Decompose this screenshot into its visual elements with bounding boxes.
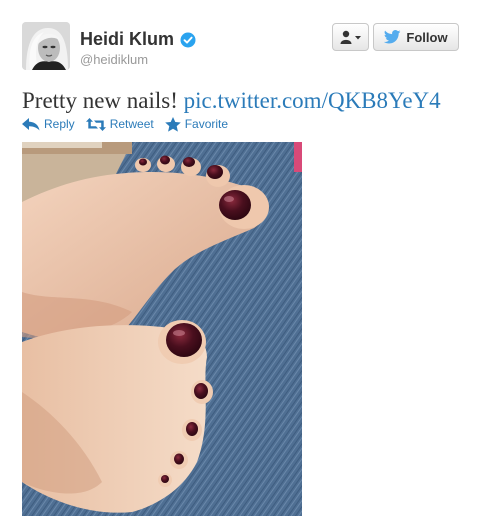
screen-name[interactable]: @heidiklum [80,52,148,68]
retweet-label: Retweet [109,117,154,131]
tweet-media-link[interactable]: pic.twitter.com/QKB8YeY4 [184,88,441,113]
reply-action[interactable]: Reply [22,117,75,131]
tweet-photo[interactable] [22,142,302,516]
user-actions-dropdown-button[interactable] [332,23,369,51]
tweet-text: Pretty new nails! pic.twitter.com/QKB8Ye… [22,86,441,116]
favorite-label: Favorite [184,117,229,131]
person-icon [340,30,361,44]
retweet-icon [85,117,106,131]
follow-button[interactable]: Follow [373,23,459,51]
twitter-bird-icon [384,30,402,44]
tweet-actions: Reply Retweet Favorite [22,115,239,133]
feet-photo-image [22,142,302,516]
caret-down-icon [354,36,361,40]
reply-label: Reply [44,117,75,131]
favorite-action[interactable]: Favorite [164,116,229,132]
verified-badge-icon [180,31,196,48]
follow-label: Follow [406,29,448,45]
avatar[interactable] [22,22,70,70]
retweet-action[interactable]: Retweet [85,117,154,131]
reply-icon [22,117,40,130]
display-name-row[interactable]: Heidi Klum [80,28,196,50]
tweet-text-body: Pretty new nails! [22,88,184,113]
display-name[interactable]: Heidi Klum [80,28,174,50]
star-icon [164,116,181,132]
